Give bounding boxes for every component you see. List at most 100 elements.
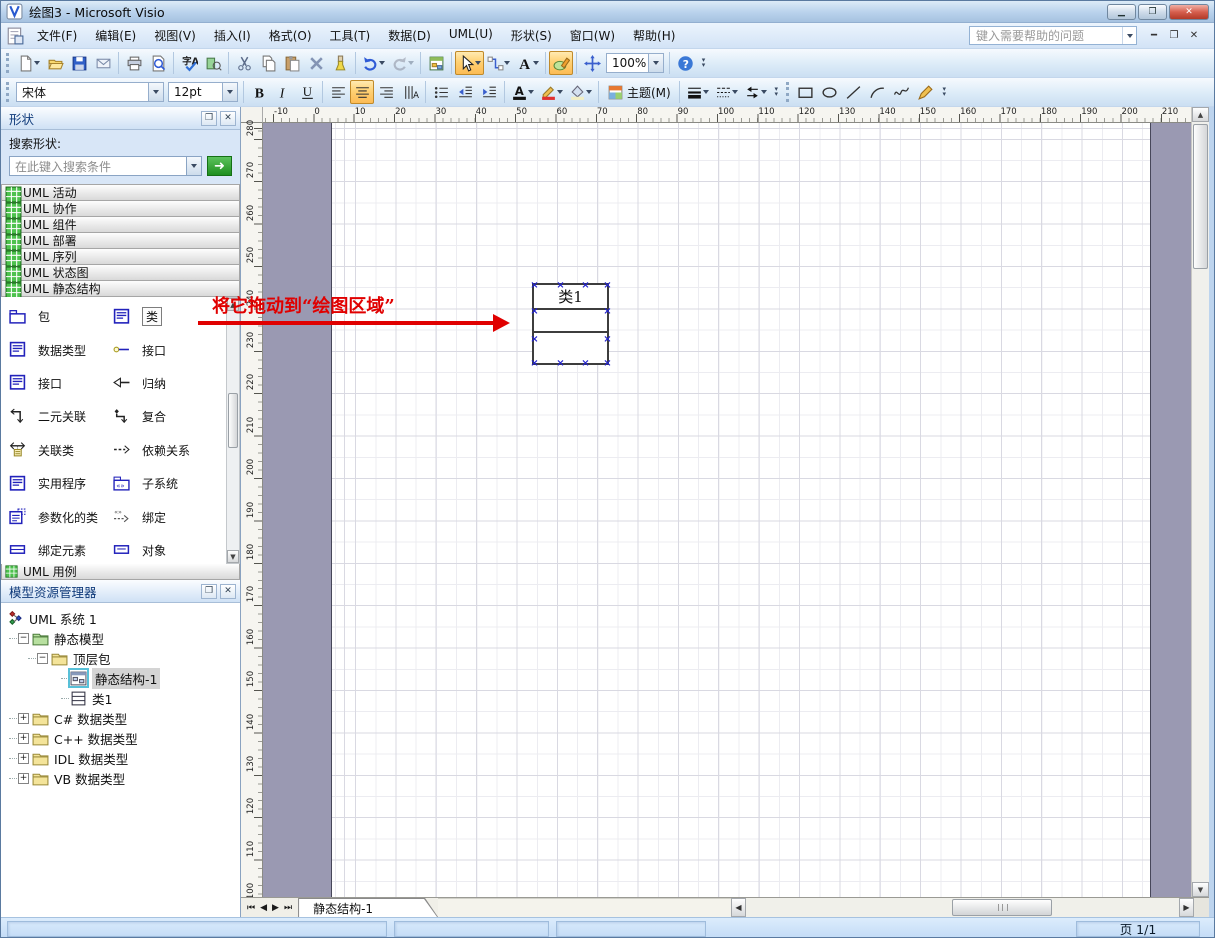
dropdown-arrow-icon[interactable] bbox=[761, 90, 767, 97]
shape-item[interactable]: 类 bbox=[113, 300, 226, 333]
menu-d[interactable]: 数据(D) bbox=[379, 23, 440, 48]
expand-icon[interactable]: + bbox=[18, 733, 29, 744]
toolbar-grip[interactable] bbox=[786, 82, 791, 102]
tree-item[interactable]: UML 系统 1 bbox=[1, 608, 240, 628]
pointer-tool-button[interactable] bbox=[455, 51, 484, 75]
open-button[interactable] bbox=[43, 51, 67, 75]
drawing-tool-button[interactable] bbox=[549, 51, 573, 75]
expand-icon[interactable]: + bbox=[18, 753, 29, 764]
dropdown-arrow-icon[interactable] bbox=[34, 61, 40, 68]
shape-item[interactable]: 实用程序 bbox=[9, 467, 113, 500]
shapes-panel-float-button[interactable]: ❒ bbox=[201, 111, 217, 126]
font-size-dropdown[interactable] bbox=[222, 83, 237, 101]
menu-v[interactable]: 视图(V) bbox=[145, 23, 205, 48]
menu-umlu[interactable]: UML(U) bbox=[440, 23, 502, 48]
toolbar-options-button[interactable]: ▾▾ bbox=[770, 80, 783, 104]
line-pattern-button[interactable] bbox=[712, 80, 741, 104]
arc-tool-button[interactable] bbox=[866, 80, 890, 104]
menu-h[interactable]: 帮助(H) bbox=[624, 23, 684, 48]
selection-handle[interactable]: × bbox=[603, 281, 612, 290]
theme-button[interactable]: 主题(M) bbox=[602, 80, 676, 104]
expand-icon[interactable]: + bbox=[18, 713, 29, 724]
doc-restore-button[interactable]: ❐ bbox=[1167, 30, 1181, 41]
zoom-dropdown[interactable] bbox=[648, 54, 663, 72]
new-document-button[interactable] bbox=[14, 51, 43, 75]
selection-handle[interactable]: × bbox=[530, 335, 539, 344]
shape-item[interactable]: 接口 bbox=[9, 367, 113, 400]
shape-item[interactable]: 数据类型 bbox=[9, 333, 113, 366]
stencil-bar[interactable]: UML 协作 bbox=[1, 200, 240, 217]
print-button[interactable] bbox=[122, 51, 146, 75]
italic-button[interactable]: I bbox=[271, 80, 295, 104]
selection-handle[interactable]: × bbox=[581, 281, 590, 290]
shape-item[interactable]: «»绑定 bbox=[113, 500, 226, 533]
shapes-window-button[interactable] bbox=[424, 51, 448, 75]
model-explorer-close-button[interactable]: ✕ bbox=[220, 584, 236, 599]
help-button[interactable]: ? bbox=[673, 51, 697, 75]
stencil-bar[interactable]: UML 组件 bbox=[1, 216, 240, 233]
shape-item[interactable]: 复合 bbox=[113, 400, 226, 433]
stencil-bar[interactable]: UML 活动 bbox=[1, 184, 240, 201]
format-painter-button[interactable] bbox=[328, 51, 352, 75]
tree-item[interactable]: +VB 数据类型 bbox=[1, 768, 240, 788]
selection-handle[interactable]: × bbox=[603, 359, 612, 368]
shape-item[interactable]: 接口 bbox=[113, 333, 226, 366]
dropdown-arrow-icon[interactable] bbox=[533, 61, 539, 68]
bullets-button[interactable] bbox=[429, 80, 453, 104]
selection-handle[interactable]: × bbox=[581, 359, 590, 368]
vertical-scrollbar[interactable]: ▲ ▼ bbox=[1191, 107, 1209, 897]
scroll-up-button[interactable]: ▲ bbox=[1192, 107, 1209, 122]
pan-zoom-button[interactable] bbox=[580, 51, 604, 75]
shape-item[interactable]: 二元关联 bbox=[9, 400, 113, 433]
collapse-icon[interactable]: − bbox=[18, 633, 29, 644]
shape-search-input[interactable]: 在此键入搜索条件 bbox=[9, 156, 202, 176]
menu-e[interactable]: 编辑(E) bbox=[86, 23, 145, 48]
line-weight-button[interactable] bbox=[683, 80, 712, 104]
tree-item[interactable]: +IDL 数据类型 bbox=[1, 748, 240, 768]
align-center-button[interactable] bbox=[350, 80, 374, 104]
print-preview-button[interactable] bbox=[146, 51, 170, 75]
selection-handle[interactable]: × bbox=[556, 359, 565, 368]
stencil-bar[interactable]: UML 状态图 bbox=[1, 264, 240, 281]
scroll-left-button[interactable]: ◀ bbox=[731, 898, 746, 917]
page-tab[interactable]: 静态结构-1 bbox=[298, 898, 438, 917]
doc-close-button[interactable]: ✕ bbox=[1187, 30, 1201, 41]
underline-button[interactable]: U bbox=[295, 80, 319, 104]
dropdown-arrow-icon[interactable] bbox=[528, 90, 534, 97]
tree-item[interactable]: 静态结构-1 bbox=[1, 668, 240, 688]
shape-item[interactable]: 包 bbox=[9, 300, 113, 333]
help-search-input[interactable]: 键入需要帮助的问题 bbox=[969, 26, 1137, 45]
delete-button[interactable] bbox=[304, 51, 328, 75]
vertical-text-button[interactable]: A bbox=[398, 80, 422, 104]
shape-item[interactable]: 对象 bbox=[113, 534, 226, 567]
selection-handle[interactable]: × bbox=[530, 359, 539, 368]
horizontal-scroll-thumb[interactable] bbox=[952, 899, 1052, 916]
uml-class-shape[interactable]: 类1 ×××××××××××× bbox=[532, 283, 609, 365]
model-explorer-float-button[interactable]: ❒ bbox=[201, 584, 217, 599]
shape-item[interactable]: 依赖关系 bbox=[113, 434, 226, 467]
next-page-button[interactable]: ▶ bbox=[272, 903, 279, 913]
dropdown-arrow-icon[interactable] bbox=[475, 61, 481, 68]
research-button[interactable] bbox=[201, 51, 225, 75]
dropdown-arrow-icon[interactable] bbox=[557, 90, 563, 97]
toolbar-grip[interactable] bbox=[6, 53, 11, 73]
drawing-page[interactable]: 类1 ×××××××××××× bbox=[331, 123, 1151, 897]
shape-search-go-button[interactable]: ➜ bbox=[207, 156, 232, 176]
horizontal-scroll-track[interactable] bbox=[746, 898, 1179, 917]
scroll-down-button[interactable]: ▼ bbox=[1192, 882, 1209, 897]
ellipse-tool-button[interactable] bbox=[818, 80, 842, 104]
rectangle-tool-button[interactable] bbox=[794, 80, 818, 104]
help-search-dropdown[interactable] bbox=[1122, 27, 1136, 44]
tree-item[interactable]: +C++ 数据类型 bbox=[1, 728, 240, 748]
shape-item[interactable]: 绑定元素 bbox=[9, 534, 113, 567]
align-left-button[interactable] bbox=[326, 80, 350, 104]
cut-button[interactable] bbox=[232, 51, 256, 75]
dropdown-arrow-icon[interactable] bbox=[408, 61, 414, 68]
dropdown-arrow-icon[interactable] bbox=[504, 61, 510, 68]
dropdown-arrow-icon[interactable] bbox=[586, 90, 592, 97]
spelling-button[interactable]: 字A bbox=[177, 51, 201, 75]
dropdown-arrow-icon[interactable] bbox=[732, 90, 738, 97]
doc-minimize-button[interactable]: ━ bbox=[1147, 30, 1161, 41]
menu-o[interactable]: 格式(O) bbox=[260, 23, 321, 48]
shape-item[interactable]: 参数化的类 bbox=[9, 500, 113, 533]
